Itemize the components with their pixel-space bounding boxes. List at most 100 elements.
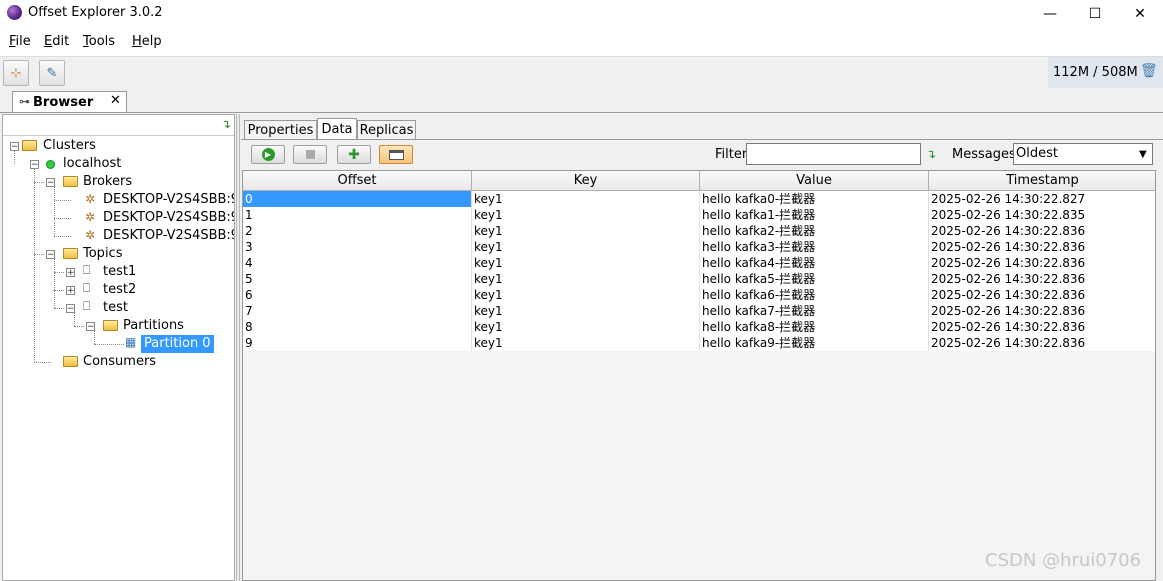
- tab-properties[interactable]: Properties: [244, 120, 317, 139]
- cell-value[interactable]: hello kafka2-拦截器: [700, 223, 929, 239]
- tree-node-clusters[interactable]: Clusters: [43, 137, 96, 155]
- cell-timestamp[interactable]: 2025-02-26 14:30:22.836: [929, 319, 1155, 335]
- expander-topic[interactable]: −: [66, 304, 75, 314]
- table-row[interactable]: 3 key1 hello kafka3-拦截器 2025-02-26 14:30:22…: [243, 239, 1155, 255]
- menu-edit[interactable]: Edit: [44, 34, 69, 49]
- cell-timestamp[interactable]: 2025-02-26 14:30:22.836: [929, 335, 1155, 351]
- cell-offset[interactable]: 0: [243, 191, 472, 207]
- tree-node-topic[interactable]: test2: [103, 281, 136, 299]
- cell-offset[interactable]: 6: [243, 287, 472, 303]
- table-row[interactable]: 6 key1 hello kafka6-拦截器 2025-02-26 14:30:22…: [243, 287, 1155, 303]
- cell-offset[interactable]: 2: [243, 223, 472, 239]
- cell-offset[interactable]: 4: [243, 255, 472, 271]
- column-header-key[interactable]: Key: [472, 171, 700, 191]
- cell-value[interactable]: hello kafka1-拦截器: [700, 207, 929, 223]
- tree-node-partition[interactable]: Partition 0: [141, 335, 214, 353]
- menu-file[interactable]: File: [9, 34, 31, 49]
- tree-node-topic[interactable]: test: [103, 299, 128, 317]
- column-header-timestamp[interactable]: Timestamp: [929, 171, 1155, 191]
- cell-offset[interactable]: 1: [243, 207, 472, 223]
- cell-key[interactable]: key1: [472, 255, 700, 271]
- cell-timestamp[interactable]: 2025-02-26 14:30:22.836: [929, 271, 1155, 287]
- cell-key[interactable]: key1: [472, 239, 700, 255]
- chevron-down-icon[interactable]: ▼: [1139, 149, 1147, 160]
- cell-offset[interactable]: 9: [243, 335, 472, 351]
- expander-topics[interactable]: −: [46, 250, 55, 260]
- cell-key[interactable]: key1: [472, 191, 700, 207]
- expander-partitions[interactable]: −: [86, 322, 95, 332]
- table-row[interactable]: 0 key1 hello kafka0-拦截器 2025-02-26 14:30:22…: [243, 191, 1155, 207]
- table-row[interactable]: 1 key1 hello kafka1-拦截器 2025-02-26 14:30:22…: [243, 207, 1155, 223]
- cell-key[interactable]: key1: [472, 287, 700, 303]
- cell-value[interactable]: hello kafka3-拦截器: [700, 239, 929, 255]
- table-row[interactable]: 8 key1 hello kafka8-拦截器 2025-02-26 14:30:22…: [243, 319, 1155, 335]
- tree-node-localhost[interactable]: localhost: [63, 155, 121, 173]
- tab-browser[interactable]: ⊶ Browser ✕: [12, 91, 127, 112]
- close-window-button[interactable]: ✕: [1117, 0, 1163, 28]
- cell-offset[interactable]: 5: [243, 271, 472, 287]
- maximize-button[interactable]: ☐: [1072, 0, 1118, 28]
- cell-timestamp[interactable]: 2025-02-26 14:30:22.827: [929, 191, 1155, 207]
- tree-node-broker[interactable]: DESKTOP-V2S4SBB:9093: [103, 209, 234, 227]
- cell-value[interactable]: hello kafka6-拦截器: [700, 287, 929, 303]
- cell-key[interactable]: key1: [472, 223, 700, 239]
- cell-timestamp[interactable]: 2025-02-26 14:30:22.835: [929, 207, 1155, 223]
- table-row[interactable]: 7 key1 hello kafka7-拦截器 2025-02-26 14:30:22…: [243, 303, 1155, 319]
- tree-node-broker[interactable]: DESKTOP-V2S4SBB:9092: [103, 191, 234, 209]
- edit-tree-button[interactable]: ✎: [39, 60, 65, 86]
- cell-timestamp[interactable]: 2025-02-26 14:30:22.836: [929, 223, 1155, 239]
- table-row[interactable]: 2 key1 hello kafka2-拦截器 2025-02-26 14:30:22…: [243, 223, 1155, 239]
- tab-replicas[interactable]: Replicas: [357, 120, 416, 139]
- cell-offset[interactable]: 3: [243, 239, 472, 255]
- expander-brokers[interactable]: −: [46, 178, 55, 188]
- filter-input[interactable]: [746, 143, 921, 165]
- cell-key[interactable]: key1: [472, 271, 700, 287]
- messages-order-select[interactable]: Oldest: [1013, 143, 1153, 165]
- start-button[interactable]: ▶: [251, 145, 285, 164]
- view-toggle-button[interactable]: [379, 145, 413, 164]
- expander-localhost[interactable]: −: [30, 160, 39, 170]
- apply-filter-icon[interactable]: ↴: [926, 147, 936, 161]
- add-message-button[interactable]: ✚: [337, 145, 371, 164]
- table-row[interactable]: 9 key1 hello kafka9-拦截器 2025-02-26 14:30:22…: [243, 335, 1155, 351]
- cell-key[interactable]: key1: [472, 303, 700, 319]
- cell-timestamp[interactable]: 2025-02-26 14:30:22.836: [929, 287, 1155, 303]
- garbage-collect-icon[interactable]: 🗑: [1140, 64, 1158, 79]
- tree-node-broker[interactable]: DESKTOP-V2S4SBB:9094: [103, 227, 234, 245]
- column-header-offset[interactable]: Offset: [243, 171, 472, 191]
- tree-node-brokers[interactable]: Brokers: [83, 173, 132, 191]
- cell-value[interactable]: hello kafka7-拦截器: [700, 303, 929, 319]
- table-row[interactable]: 4 key1 hello kafka4-拦截器 2025-02-26 14:30:22…: [243, 255, 1155, 271]
- cell-value[interactable]: hello kafka5-拦截器: [700, 271, 929, 287]
- cell-key[interactable]: key1: [472, 207, 700, 223]
- cell-key[interactable]: key1: [472, 319, 700, 335]
- cell-value[interactable]: hello kafka9-拦截器: [700, 335, 929, 351]
- panel-splitter[interactable]: [236, 114, 240, 581]
- tab-data[interactable]: Data: [317, 118, 357, 140]
- menu-tools[interactable]: Tools: [83, 34, 115, 49]
- cell-value[interactable]: hello kafka0-拦截器: [700, 191, 929, 207]
- cell-timestamp[interactable]: 2025-02-26 14:30:22.836: [929, 239, 1155, 255]
- cell-value[interactable]: hello kafka8-拦截器: [700, 319, 929, 335]
- cell-value[interactable]: hello kafka4-拦截器: [700, 255, 929, 271]
- expander-clusters[interactable]: −: [10, 142, 19, 152]
- tree-node-topic[interactable]: test1: [103, 263, 136, 281]
- column-header-value[interactable]: Value: [700, 171, 929, 191]
- refresh-icon[interactable]: ↴: [221, 117, 231, 131]
- tree-node-topics[interactable]: Topics: [83, 245, 122, 263]
- cell-timestamp[interactable]: 2025-02-26 14:30:22.836: [929, 255, 1155, 271]
- cell-offset[interactable]: 8: [243, 319, 472, 335]
- minimize-button[interactable]: —: [1027, 0, 1073, 28]
- tree-node-consumers[interactable]: Consumers: [83, 353, 156, 371]
- cell-offset[interactable]: 7: [243, 303, 472, 319]
- expander-topic[interactable]: +: [66, 286, 75, 296]
- add-connection-button[interactable]: ⊹: [3, 60, 29, 86]
- stop-button[interactable]: [293, 145, 327, 164]
- expander-topic[interactable]: +: [66, 268, 75, 278]
- tree-node-partitions[interactable]: Partitions: [123, 317, 184, 335]
- close-tab-icon[interactable]: ✕: [110, 93, 121, 108]
- cell-timestamp[interactable]: 2025-02-26 14:30:22.836: [929, 303, 1155, 319]
- cell-key[interactable]: key1: [472, 335, 700, 351]
- table-row[interactable]: 5 key1 hello kafka5-拦截器 2025-02-26 14:30:22…: [243, 271, 1155, 287]
- menu-help[interactable]: Help: [132, 34, 162, 49]
